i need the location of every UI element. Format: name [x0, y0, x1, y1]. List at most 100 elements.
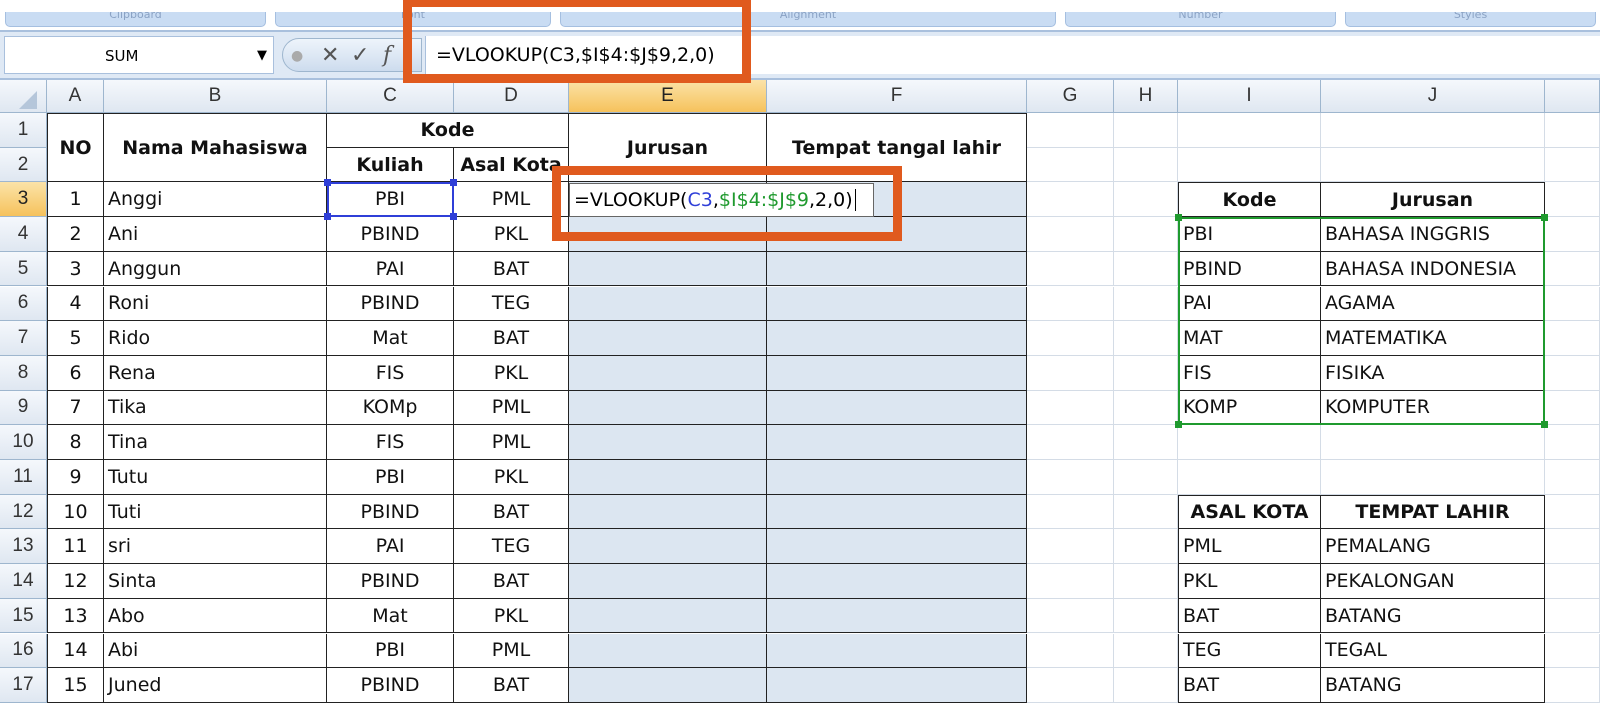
cancel-x-icon[interactable]: ✕	[321, 39, 339, 73]
cell-asal-kota[interactable]: BAT	[454, 321, 569, 356]
cell[interactable]	[1545, 633, 1600, 669]
cell-no[interactable]: 15	[47, 668, 104, 703]
cell-kuliah[interactable]: PBIND	[327, 217, 454, 252]
row-header-14[interactable]: 14	[0, 564, 47, 599]
cell[interactable]	[1027, 217, 1114, 252]
row-header-13[interactable]: 13	[0, 529, 47, 565]
cell-jurusan[interactable]	[569, 564, 767, 599]
cell-tempat-lahir[interactable]	[767, 668, 1027, 703]
cell[interactable]	[1545, 390, 1600, 426]
cell-nama[interactable]: sri	[104, 529, 327, 565]
cell[interactable]	[1545, 355, 1600, 391]
ribbon-group-styles[interactable]: Styles	[1345, 12, 1596, 27]
cell-nama[interactable]: Abi	[104, 633, 327, 669]
cell-jurusan[interactable]	[569, 529, 767, 565]
cell[interactable]	[1545, 598, 1600, 634]
row-header-4[interactable]: 4	[0, 217, 47, 252]
cell-asal-kota[interactable]: BAT	[454, 251, 569, 287]
cell[interactable]	[1321, 147, 1545, 183]
cell-nama[interactable]: Rena	[104, 355, 327, 391]
cell-jurusan[interactable]	[569, 321, 767, 356]
row-header-3[interactable]: 3	[0, 182, 47, 218]
enter-check-icon[interactable]: ✓	[351, 39, 369, 73]
cell-nama[interactable]: Rido	[104, 321, 327, 356]
cell[interactable]	[1114, 668, 1178, 703]
cell[interactable]	[1027, 182, 1114, 218]
cell-tempat-lahir[interactable]	[767, 251, 1027, 287]
cell-kuliah[interactable]: Mat	[327, 598, 454, 634]
cell[interactable]	[1545, 147, 1600, 183]
row-header-17[interactable]: 17	[0, 668, 47, 703]
select-all-corner[interactable]	[0, 80, 47, 113]
cell-no[interactable]: 10	[47, 494, 104, 530]
column-header-j[interactable]: J	[1321, 80, 1545, 113]
ribbon-group-number[interactable]: Number	[1065, 12, 1336, 27]
cell-asal-kota[interactable]: PKL	[454, 598, 569, 634]
ref-handle[interactable]	[1175, 214, 1182, 222]
row-header-6[interactable]: 6	[0, 286, 47, 322]
cell-no[interactable]: 7	[47, 390, 104, 426]
cell[interactable]	[1114, 494, 1178, 530]
column-header-d[interactable]: D	[454, 80, 569, 113]
cell-no[interactable]: 9	[47, 460, 104, 495]
cell-kuliah[interactable]: PBIND	[327, 564, 454, 599]
cell[interactable]	[1027, 529, 1114, 565]
cell-nama[interactable]: Tutu	[104, 460, 327, 495]
cell-nama[interactable]: Tika	[104, 390, 327, 426]
cell-jurusan[interactable]	[569, 598, 767, 634]
cell-no[interactable]: 3	[47, 251, 104, 287]
row-header-8[interactable]: 8	[0, 355, 47, 391]
lookup_kota-cell[interactable]: TEG	[1178, 633, 1321, 669]
lookup_kota-cell[interactable]: BAT	[1178, 668, 1321, 703]
cell-no[interactable]: 11	[47, 529, 104, 565]
cell-asal-kota[interactable]: PKL	[454, 460, 569, 495]
cell-jurusan[interactable]	[569, 355, 767, 391]
ribbon-group-clipboard[interactable]: Clipboard	[5, 12, 266, 27]
lookup_kota-cell[interactable]: PKL	[1178, 564, 1321, 599]
cell[interactable]	[1114, 182, 1178, 218]
column-header-b[interactable]: B	[104, 80, 327, 113]
cell-asal-kota[interactable]: PML	[454, 390, 569, 426]
cell-nama[interactable]: Tina	[104, 425, 327, 460]
cell[interactable]	[1114, 460, 1178, 495]
cell[interactable]	[1545, 529, 1600, 565]
ref-handle[interactable]	[1541, 421, 1548, 429]
cell-tempat-lahir[interactable]	[767, 529, 1027, 565]
row-header-15[interactable]: 15	[0, 598, 47, 634]
cell-kuliah[interactable]: PBIND	[327, 286, 454, 322]
cell-nama[interactable]: Anggun	[104, 251, 327, 287]
ref-handle[interactable]	[324, 213, 331, 221]
cell[interactable]	[1114, 390, 1178, 426]
cell-no[interactable]: 13	[47, 598, 104, 634]
cell[interactable]	[1178, 460, 1321, 495]
cell[interactable]	[1545, 182, 1600, 218]
cell[interactable]	[1321, 113, 1545, 148]
row-header-11[interactable]: 11	[0, 460, 47, 495]
cell[interactable]	[1114, 425, 1178, 460]
cell-asal-kota[interactable]: PML	[454, 425, 569, 460]
lookup_kota-cell[interactable]: PEMALANG	[1321, 529, 1545, 565]
column-header-c[interactable]: C	[327, 80, 454, 113]
cell-kuliah[interactable]: FIS	[327, 425, 454, 460]
cell-jurusan[interactable]	[569, 286, 767, 322]
column-header-h[interactable]: H	[1114, 80, 1178, 113]
cell-no[interactable]: 2	[47, 217, 104, 252]
dropdown-arrow-icon[interactable]: ▼	[257, 37, 267, 75]
cell[interactable]	[1545, 113, 1600, 148]
row-header-7[interactable]: 7	[0, 321, 47, 356]
cell-kuliah[interactable]: PBI	[327, 633, 454, 669]
cell[interactable]	[1178, 147, 1321, 183]
column-header-g[interactable]: G	[1027, 80, 1114, 113]
cell[interactable]	[1027, 668, 1114, 703]
cell[interactable]	[1545, 251, 1600, 287]
cell-tempat-lahir[interactable]	[767, 425, 1027, 460]
cell-no[interactable]: 5	[47, 321, 104, 356]
cell-asal-kota[interactable]: BAT	[454, 564, 569, 599]
cell-jurusan[interactable]	[569, 494, 767, 530]
lookup_kota-cell[interactable]: PEKALONGAN	[1321, 564, 1545, 599]
cell-kuliah[interactable]: PBI	[327, 460, 454, 495]
cell-tempat-lahir[interactable]	[767, 286, 1027, 322]
column-header-a[interactable]: A	[47, 80, 104, 113]
cell-asal-kota[interactable]: PML	[454, 633, 569, 669]
cell-kuliah[interactable]: PAI	[327, 529, 454, 565]
